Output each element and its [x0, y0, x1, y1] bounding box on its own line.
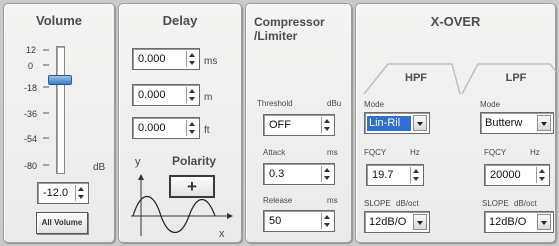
threshold-spinner[interactable]: OFF [263, 114, 335, 136]
lpf-slope-select[interactable]: 12dB/O [484, 211, 554, 233]
lpf-fqcy-spinner[interactable]: 20000 [484, 164, 550, 186]
hpf-fqcy-spinner[interactable]: 19.7 [366, 164, 424, 186]
delay-ms-unit: ms [204, 56, 218, 67]
attack-spinner[interactable]: 0.3 [263, 163, 335, 185]
hpf-fqcy-label: FQCY [364, 148, 387, 157]
lpf-slope-unit: dB/oct [514, 199, 537, 208]
lpf-mode-select[interactable]: Butterw [480, 112, 554, 134]
volume-tick-12: 12 [26, 45, 37, 55]
volume-panel: Volume 12 0 -18 -36 -54 -80 dB -12.0 All… [3, 3, 115, 243]
all-volume-button[interactable]: All Volume [36, 212, 88, 234]
hpf-slope-select[interactable]: 12dB/O [364, 211, 430, 233]
volume-slider-track[interactable] [56, 46, 65, 174]
delay-ms-spinner[interactable]: 0.000 [132, 48, 200, 70]
attack-value: 0.3 [269, 168, 285, 180]
polarity-title: Polarity [171, 154, 216, 168]
hpf-mode-label: Mode [364, 100, 385, 109]
threshold-spin-arrows-icon[interactable] [321, 117, 332, 133]
delay-ms-spin-arrows-icon[interactable] [186, 51, 197, 67]
delay-ft-unit: ft [204, 125, 210, 136]
all-volume-button-label: All Volume [41, 218, 83, 227]
volume-value-spinner[interactable]: -12.0 [37, 182, 89, 204]
release-value: 50 [269, 215, 282, 227]
lpf-fqcy-label: FQCY [484, 148, 507, 157]
delay-panel: Delay 0.000 ms 0.000 m 0.000 ft Polarity… [118, 3, 242, 243]
hpf-mode-value: Lin-Ril [367, 116, 411, 131]
hpf-tab[interactable]: HPF [386, 72, 446, 84]
hpf-slope-value: 12dB/O [369, 216, 407, 228]
lpf-fqcy-spin-arrows-icon[interactable] [536, 167, 547, 183]
attack-spin-arrows-icon[interactable] [321, 166, 332, 182]
delay-m-spinner[interactable]: 0.000 [132, 84, 200, 106]
threshold-unit: dBu [327, 99, 342, 108]
release-unit: ms [327, 196, 338, 205]
lpf-slope-label: SLOPE [482, 199, 509, 208]
lpf-mode-value: Butterw [485, 117, 523, 129]
hpf-fqcy-spin-arrows-icon[interactable] [410, 167, 421, 183]
attack-label: Attack [263, 148, 286, 157]
release-label: Release [263, 196, 293, 205]
delay-title: Delay [162, 13, 198, 28]
lpf-fqcy-unit: Hz [530, 148, 540, 157]
hpf-slope-dropdown-icon[interactable] [413, 214, 427, 230]
lpf-tab[interactable]: LPF [486, 72, 546, 84]
hpf-slope-label: SLOPE [364, 199, 391, 208]
volume-tick-minus-18: -18 [24, 83, 38, 93]
polarity-axis-x-label: x [219, 228, 225, 240]
compressor-title-line2: /Limiter [254, 29, 298, 43]
lpf-slope-dropdown-icon[interactable] [537, 214, 551, 230]
delay-m-spin-arrows-icon[interactable] [186, 87, 197, 103]
hpf-mode-dropdown-icon[interactable] [413, 115, 427, 131]
delay-m-unit: m [204, 92, 213, 103]
compressor-panel: Compressor /Limiter Threshold dBu OFF At… [245, 3, 352, 243]
delay-ms-value: 0.000 [138, 53, 166, 65]
hpf-mode-select[interactable]: Lin-Ril [364, 112, 430, 134]
volume-title: Volume [36, 13, 82, 28]
release-spin-arrows-icon[interactable] [321, 213, 332, 229]
attack-unit: ms [327, 148, 338, 157]
threshold-label: Threshold [257, 99, 293, 108]
hpf-slope-unit: dB/oct [396, 199, 419, 208]
volume-slider-thumb[interactable] [48, 74, 72, 85]
volume-tick-minus-54: -54 [24, 134, 38, 144]
delay-m-value: 0.000 [138, 89, 166, 101]
lpf-mode-label: Mode [480, 100, 501, 109]
delay-ft-spin-arrows-icon[interactable] [186, 120, 197, 136]
lpf-fqcy-value: 20000 [490, 169, 521, 181]
lpf-slope-value: 12dB/O [489, 216, 527, 228]
release-spinner[interactable]: 50 [263, 210, 335, 232]
xover-panel: X-OVER HPF Mode Lin-Ril FQCY Hz 19.7 SLO… [355, 3, 556, 243]
xover-title: X-OVER [430, 14, 481, 29]
volume-tick-0: 0 [28, 61, 34, 71]
volume-tick-minus-36: -36 [24, 109, 38, 119]
volume-spin-arrows-icon[interactable] [75, 185, 86, 201]
volume-unit-label: dB [93, 162, 106, 173]
hpf-fqcy-value: 19.7 [372, 169, 394, 181]
polarity-axis-y-label: y [135, 156, 141, 168]
threshold-value: OFF [269, 119, 291, 131]
hpf-fqcy-unit: Hz [410, 148, 420, 157]
compressor-title-line1: Compressor [254, 15, 325, 29]
lpf-mode-dropdown-icon[interactable] [537, 115, 551, 131]
volume-tick-minus-80: -80 [24, 161, 38, 171]
volume-value: -12.0 [43, 187, 69, 199]
volume-scale-marks [43, 49, 49, 166]
delay-ft-spinner[interactable]: 0.000 [132, 117, 200, 139]
delay-ft-value: 0.000 [138, 122, 166, 134]
